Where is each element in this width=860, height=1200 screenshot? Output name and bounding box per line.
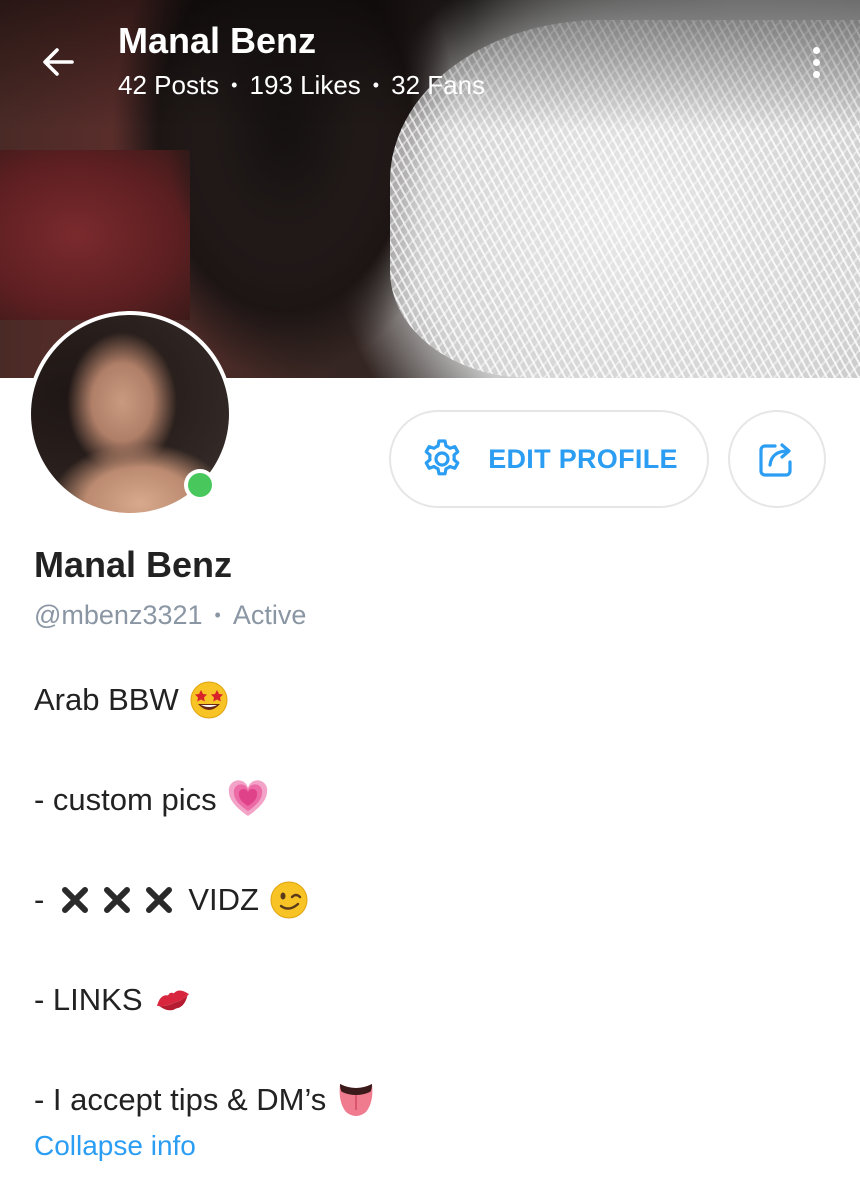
bio-line: Arab BBW bbox=[34, 678, 834, 778]
bio-text: - I accept tips & DM’s bbox=[34, 1082, 327, 1117]
tongue-emoji-icon bbox=[336, 1078, 376, 1122]
star-struck-emoji-icon bbox=[189, 678, 229, 722]
more-vertical-icon-dot bbox=[812, 46, 820, 54]
winking-face-emoji-icon bbox=[269, 878, 309, 922]
bio-line: - I accept tips & DM’s bbox=[34, 1078, 834, 1178]
stats-separator: • bbox=[372, 75, 380, 95]
more-vertical-icon-dot bbox=[812, 70, 820, 78]
stats-separator: • bbox=[231, 75, 238, 95]
edit-profile-label: EDIT PROFILE bbox=[488, 443, 678, 474]
online-status-dot bbox=[184, 469, 216, 501]
bio-text: - custom pics bbox=[34, 782, 217, 817]
edit-profile-button[interactable]: EDIT PROFILE bbox=[389, 410, 709, 508]
cross-mark-icon bbox=[146, 887, 173, 913]
kiss-mark-emoji-icon bbox=[153, 978, 193, 1022]
arrow-left-icon bbox=[43, 48, 74, 76]
likes-count: 193 Likes bbox=[249, 70, 361, 100]
more-options-button[interactable] bbox=[800, 40, 832, 84]
handle-row: @mbenz3321 • Active bbox=[34, 600, 306, 631]
profile-handle: @mbenz3321 bbox=[34, 600, 203, 630]
top-bar: Manal Benz 42 Posts • 193 Likes • 32 Fan… bbox=[0, 0, 860, 120]
bio-line: - custom pics bbox=[34, 778, 834, 878]
bio-text-prefix: - bbox=[34, 882, 45, 917]
cross-mark-icon bbox=[104, 887, 131, 913]
bio: Arab BBW - custom pics - VIDZ - LINKS - … bbox=[34, 678, 834, 1178]
cross-mark-icon bbox=[62, 887, 89, 913]
handle-separator: • bbox=[214, 605, 221, 625]
profile-name: Manal Benz bbox=[34, 544, 233, 585]
activity-status: Active bbox=[232, 600, 307, 630]
xxx-icons bbox=[60, 878, 174, 922]
more-vertical-icon-dot bbox=[812, 58, 820, 66]
header-title: Manal Benz bbox=[118, 20, 317, 61]
bio-line: - VIDZ bbox=[34, 878, 834, 978]
bio-line: - LINKS bbox=[34, 978, 834, 1078]
gear-icon bbox=[424, 439, 460, 476]
header-stats: 42 Posts • 193 Likes • 32 Fans bbox=[118, 70, 485, 101]
collapse-info-link[interactable]: Collapse info bbox=[34, 1130, 196, 1162]
growing-heart-emoji-icon bbox=[227, 778, 269, 822]
fans-count: 32 Fans bbox=[391, 70, 486, 100]
share-icon bbox=[759, 443, 792, 477]
share-button[interactable] bbox=[728, 410, 826, 508]
bio-text-suffix: VIDZ bbox=[188, 882, 259, 917]
bio-text: - LINKS bbox=[34, 982, 143, 1017]
posts-count: 42 Posts bbox=[118, 70, 220, 100]
back-button[interactable] bbox=[36, 40, 80, 84]
bio-text: Arab BBW bbox=[34, 682, 179, 717]
